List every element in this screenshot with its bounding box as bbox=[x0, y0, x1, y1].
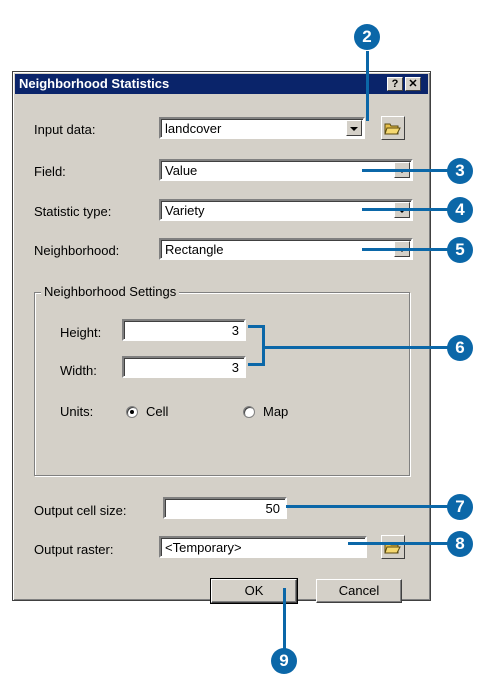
callout-8: 8 bbox=[447, 531, 473, 557]
output-raster-browse-button[interactable] bbox=[381, 535, 405, 559]
output-raster-label: Output raster: bbox=[34, 542, 114, 557]
field-label: Field: bbox=[34, 164, 66, 179]
units-map-label[interactable]: Map bbox=[263, 404, 288, 419]
callout-6-leader bbox=[262, 346, 448, 349]
dialog-title: Neighborhood Statistics bbox=[19, 76, 170, 91]
neighborhood-value: Rectangle bbox=[165, 242, 224, 257]
units-map-radio[interactable] bbox=[243, 406, 255, 418]
units-cell-label[interactable]: Cell bbox=[146, 404, 168, 419]
field-value: Value bbox=[165, 163, 198, 178]
height-input[interactable]: 3 bbox=[122, 319, 246, 341]
output-cell-size-label: Output cell size: bbox=[34, 503, 127, 518]
neighborhood-statistics-dialog: Neighborhood Statistics ? ✕ Input data: … bbox=[12, 71, 431, 604]
help-button[interactable]: ? bbox=[387, 77, 403, 91]
callout-4-leader bbox=[362, 208, 448, 211]
input-data-combo[interactable]: landcover bbox=[159, 117, 365, 139]
output-cell-size-input[interactable]: 50 bbox=[163, 497, 287, 519]
output-cell-size-value: 50 bbox=[265, 501, 280, 516]
units-cell-radio[interactable] bbox=[126, 406, 138, 418]
height-value: 3 bbox=[231, 323, 239, 338]
callout-9: 9 bbox=[271, 648, 297, 674]
height-label: Height: bbox=[60, 325, 102, 340]
neighborhood-settings-title: Neighborhood Settings bbox=[41, 284, 180, 299]
width-value: 3 bbox=[231, 360, 239, 375]
input-data-label: Input data: bbox=[34, 122, 96, 137]
neighborhood-label: Neighborhood: bbox=[34, 243, 120, 258]
callout-2: 2 bbox=[354, 24, 380, 50]
callout-3: 3 bbox=[447, 158, 473, 184]
width-label: Width: bbox=[60, 363, 97, 378]
callout-5: 5 bbox=[447, 237, 473, 263]
callout-4: 4 bbox=[447, 197, 473, 223]
callout-6: 6 bbox=[447, 335, 473, 361]
output-raster-input[interactable]: <Temporary> bbox=[159, 536, 367, 558]
callout-8-leader bbox=[348, 542, 448, 545]
callout-5-leader bbox=[362, 248, 448, 251]
open-folder-icon bbox=[384, 123, 401, 135]
statistic-type-label: Statistic type: bbox=[34, 204, 112, 219]
statistic-type-value: Variety bbox=[165, 203, 205, 218]
open-folder-icon bbox=[384, 542, 401, 554]
close-button[interactable]: ✕ bbox=[405, 77, 421, 91]
input-data-dropdown-button[interactable] bbox=[346, 120, 362, 136]
input-data-value: landcover bbox=[165, 121, 222, 136]
callout-2-leader bbox=[366, 51, 369, 121]
callout-7: 7 bbox=[447, 494, 473, 520]
units-label: Units: bbox=[60, 404, 94, 419]
cancel-button[interactable]: Cancel bbox=[316, 579, 402, 603]
output-raster-value: <Temporary> bbox=[165, 540, 242, 555]
callout-9-leader bbox=[283, 588, 286, 650]
width-input[interactable]: 3 bbox=[122, 356, 246, 378]
input-data-browse-button[interactable] bbox=[381, 116, 405, 140]
callout-3-leader bbox=[362, 169, 448, 172]
callout-7-leader bbox=[286, 505, 448, 508]
